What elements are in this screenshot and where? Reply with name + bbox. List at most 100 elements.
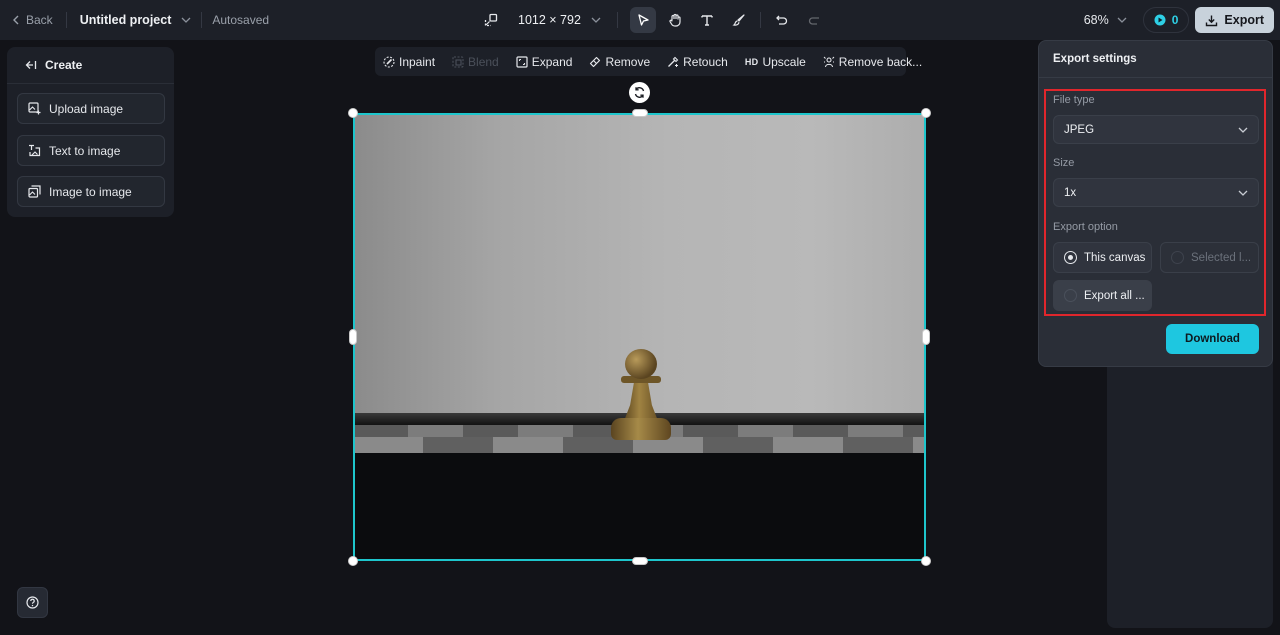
resize-handle-top-right[interactable] xyxy=(921,108,931,118)
upscale-label: Upscale xyxy=(762,54,806,69)
back-button[interactable]: Back xyxy=(12,13,53,27)
undo-icon xyxy=(775,13,789,27)
remove-background-icon xyxy=(823,56,835,68)
size-label: Size xyxy=(1053,157,1075,169)
download-button[interactable]: Download xyxy=(1166,324,1259,354)
expand-label: Expand xyxy=(531,54,573,69)
option-selected-layers[interactable]: Selected l... xyxy=(1160,242,1259,273)
rotate-handle[interactable] xyxy=(629,82,650,103)
hand-icon xyxy=(668,13,682,27)
image-edit-toolbar: Inpaint Blend Expand Remove Retouch HD U… xyxy=(375,47,922,76)
option-export-all[interactable]: Export all ... xyxy=(1053,280,1152,311)
redo-button[interactable] xyxy=(801,7,827,33)
resize-handle-right[interactable] xyxy=(922,329,930,345)
resize-handle-left[interactable] xyxy=(349,329,357,345)
export-label: Export xyxy=(1224,13,1264,27)
top-bar-center: 1012 × 792 xyxy=(484,0,833,40)
chevron-down-icon xyxy=(181,17,191,23)
undo-button[interactable] xyxy=(769,7,795,33)
upload-image-button[interactable]: Upload image xyxy=(17,93,165,124)
export-button[interactable]: Export xyxy=(1195,7,1274,33)
file-type-select[interactable]: JPEG xyxy=(1053,115,1259,144)
file-type-value: JPEG xyxy=(1064,123,1095,136)
select-tool-button[interactable] xyxy=(629,7,656,33)
text-to-image-icon xyxy=(28,144,41,157)
resize-handle-bottom[interactable] xyxy=(632,557,648,565)
collapse-left-icon xyxy=(25,60,37,70)
eraser-icon xyxy=(589,56,601,68)
size-value: 1x xyxy=(1064,186,1077,199)
redo-icon xyxy=(807,13,821,27)
blend-button[interactable]: Blend xyxy=(452,55,499,69)
resize-handle-bottom-right[interactable] xyxy=(921,556,931,566)
back-label: Back xyxy=(26,13,53,27)
export-option-label: Export option xyxy=(1053,221,1118,233)
divider xyxy=(201,12,203,28)
image-to-image-button[interactable]: Image to image xyxy=(17,176,165,207)
expand-icon xyxy=(516,55,528,68)
autosave-status: Autosaved xyxy=(212,13,270,27)
chevron-down-icon xyxy=(1238,127,1248,133)
help-button[interactable] xyxy=(17,587,48,618)
resize-handle-top[interactable] xyxy=(632,109,648,117)
export-settings-popover: Export settings File type JPEG Size 1x E… xyxy=(1038,40,1273,367)
credits-count: 0 xyxy=(1171,13,1179,27)
expand-button[interactable]: Expand xyxy=(516,54,573,69)
credits-icon xyxy=(1154,14,1166,26)
chevron-down-icon xyxy=(1117,17,1127,23)
image-to-image-icon xyxy=(28,185,41,198)
download-icon xyxy=(1205,14,1218,27)
option-export-all-label: Export all ... xyxy=(1084,289,1145,302)
remove-label: Remove xyxy=(605,54,651,69)
hd-icon: HD xyxy=(744,56,759,67)
divider xyxy=(616,12,618,28)
canvas-size: 1012 × 792 xyxy=(518,13,581,27)
option-this-canvas-label: This canvas xyxy=(1084,251,1146,264)
zoom-dropdown[interactable]: 68% xyxy=(1084,13,1127,27)
chevron-down-icon xyxy=(1238,190,1248,196)
remove-button[interactable]: Remove xyxy=(589,55,650,69)
image-pawn-head xyxy=(625,349,657,379)
remove-background-button[interactable]: Remove back... xyxy=(823,55,922,69)
canvas-image[interactable] xyxy=(353,113,926,561)
blend-icon xyxy=(452,55,464,68)
top-bar-left: Back Untitled project Autosaved xyxy=(12,0,269,40)
upscale-button[interactable]: HD Upscale xyxy=(745,55,806,69)
blend-label: Blend xyxy=(468,54,499,69)
option-this-canvas[interactable]: This canvas xyxy=(1053,242,1152,273)
inpaint-icon xyxy=(383,55,395,68)
text-icon xyxy=(700,13,714,27)
radio-unselected-icon xyxy=(1171,251,1184,264)
option-selected-layers-label: Selected l... xyxy=(1191,251,1252,264)
brush-tool-button[interactable] xyxy=(726,7,752,33)
project-title-dropdown[interactable]: Untitled project xyxy=(80,13,192,27)
upload-image-label: Upload image xyxy=(49,101,124,116)
divider xyxy=(759,12,761,28)
text-to-image-label: Text to image xyxy=(49,143,121,158)
canvas-size-dropdown[interactable]: 1012 × 792 xyxy=(484,13,601,27)
size-select[interactable]: 1x xyxy=(1053,178,1259,207)
chevron-left-icon xyxy=(12,15,20,25)
help-icon xyxy=(26,596,39,609)
credits-badge[interactable]: 0 xyxy=(1142,7,1190,33)
top-bar: Back Untitled project Autosaved 1012 × 7… xyxy=(0,0,1280,40)
upload-image-icon xyxy=(28,102,41,115)
hand-tool-button[interactable] xyxy=(662,7,688,33)
create-panel-title: Create xyxy=(45,58,83,72)
text-to-image-button[interactable]: Text to image xyxy=(17,135,165,166)
retouch-button[interactable]: Retouch xyxy=(667,55,728,69)
chevron-down-icon xyxy=(591,17,601,23)
file-type-label: File type xyxy=(1053,94,1095,106)
inpaint-label: Inpaint xyxy=(399,54,436,69)
radio-unselected-icon xyxy=(1064,289,1077,302)
retouch-icon xyxy=(667,56,679,68)
inpaint-button[interactable]: Inpaint xyxy=(383,55,435,69)
resize-handle-top-left[interactable] xyxy=(348,108,358,118)
create-panel-header[interactable]: Create xyxy=(7,47,174,84)
resize-icon xyxy=(484,13,498,27)
remove-background-label: Remove back... xyxy=(838,54,923,69)
cursor-icon xyxy=(636,13,650,27)
export-settings-title: Export settings xyxy=(1039,41,1272,78)
resize-handle-bottom-left[interactable] xyxy=(348,556,358,566)
text-tool-button[interactable] xyxy=(694,7,720,33)
